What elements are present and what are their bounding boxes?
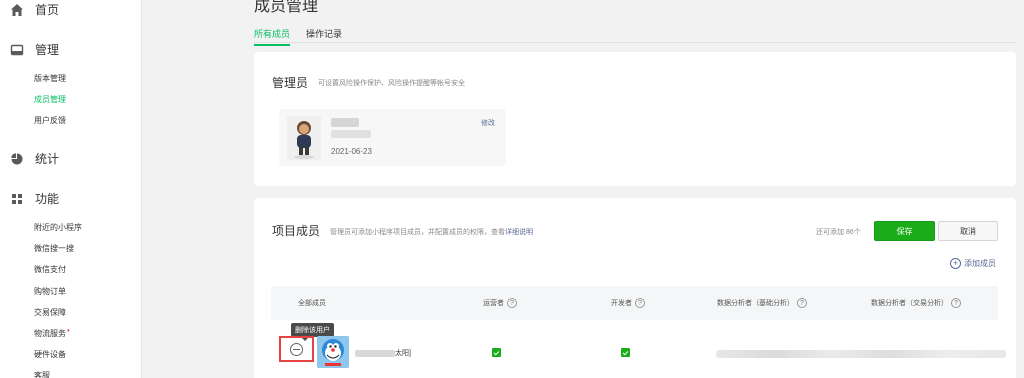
- col-operator: 运营者?: [483, 298, 517, 308]
- minus-circle-icon: [290, 342, 303, 356]
- admin-edit-link[interactable]: 修改: [481, 118, 495, 128]
- add-member-label: 添加成员: [964, 259, 996, 268]
- help-icon[interactable]: ?: [507, 298, 517, 308]
- admin-title: 管理员: [272, 76, 309, 90]
- admin-card: 管理员 可设置风险操作保护、风险操作提醒等帐号安全 2021-06-23 修改: [254, 52, 1016, 186]
- members-desc-text: 管理员可添加小程序项目成员，并配置成员的权限，查看: [330, 229, 505, 236]
- col-all-members: 全部成员: [298, 298, 326, 308]
- plus-circle-icon: +: [950, 258, 961, 269]
- page-title: 成员管理: [254, 0, 319, 15]
- members-desc: 管理员可添加小程序项目成员，并配置成员的权限，查看详细说明: [330, 227, 533, 237]
- col-analyst-trade-label: 数据分析者（交易分析）: [871, 300, 948, 307]
- col-developer-label: 开发者: [611, 300, 632, 307]
- blurred-content: [716, 350, 1006, 358]
- sidebar-item-pay[interactable]: 微信支付: [34, 264, 66, 275]
- sidebar-group-stats[interactable]: 统计: [10, 150, 59, 167]
- tab-operation-log[interactable]: 操作记录: [306, 27, 342, 44]
- sidebar-item-members[interactable]: 成员管理: [34, 94, 66, 105]
- delete-user-tooltip: 删除该用户: [291, 323, 334, 341]
- sidebar-item-feedback[interactable]: 用户反馈: [34, 115, 66, 126]
- col-analyst-basic-label: 数据分析者（基础分析）: [717, 300, 794, 307]
- table-row: 删除该用户 太阳]: [271, 320, 1006, 378]
- remove-member-button[interactable]: [279, 336, 314, 362]
- members-title: 项目成员: [272, 224, 321, 238]
- developer-checkbox[interactable]: [621, 348, 630, 357]
- help-icon[interactable]: ?: [951, 298, 961, 308]
- member-avatar: [317, 336, 349, 368]
- table-header: 全部成员 运营者? 开发者? 数据分析者（基础分析）? 数据分析者（交易分析）?: [271, 286, 998, 320]
- home-icon: [10, 3, 24, 17]
- help-icon[interactable]: ?: [635, 298, 645, 308]
- save-button[interactable]: 保存: [874, 221, 935, 241]
- admin-id-blurred: [331, 130, 371, 138]
- stats-icon: [10, 152, 24, 166]
- sidebar-item-nearby[interactable]: 附近的小程序: [34, 222, 82, 233]
- cancel-button[interactable]: 取消: [938, 221, 998, 241]
- sidebar-item-logistics[interactable]: 物流服务•: [34, 326, 70, 339]
- col-all-members-label: 全部成员: [298, 300, 326, 307]
- sidebar-item-hardware[interactable]: 硬件设备: [34, 349, 66, 360]
- tab-bar: 所有成员 操作记录: [254, 27, 1016, 46]
- add-member-button[interactable]: + 添加成员: [950, 258, 996, 269]
- sidebar-group-features[interactable]: 功能: [10, 190, 59, 207]
- col-analyst-trade: 数据分析者（交易分析）?: [871, 298, 961, 308]
- member-name-text: 太阳]: [395, 350, 411, 357]
- sidebar-item-version[interactable]: 版本管理: [34, 73, 66, 84]
- member-name-blurred: [355, 349, 395, 357]
- col-developer: 开发者?: [611, 298, 645, 308]
- red-dot-badge: •: [67, 326, 70, 335]
- admin-desc: 可设置风险操作保护、风险操作提醒等帐号安全: [318, 80, 465, 87]
- sidebar-item-service[interactable]: 客服: [34, 370, 50, 378]
- operator-checkbox[interactable]: [492, 348, 501, 357]
- admin-info-box: 2021-06-23 修改: [279, 109, 506, 166]
- tab-all-members[interactable]: 所有成员: [254, 27, 291, 46]
- quota-text: 还可添加 86个: [816, 229, 861, 236]
- sidebar-item-logistics-label: 物流服务: [34, 329, 66, 338]
- sidebar-item-search[interactable]: 微信搜一搜: [34, 243, 74, 254]
- members-card: 项目成员 管理员可添加小程序项目成员，并配置成员的权限，查看详细说明 还可添加 …: [254, 198, 1016, 378]
- admin-name-blurred: [331, 118, 359, 127]
- admin-date: 2021-06-23: [331, 147, 372, 156]
- features-icon: [10, 192, 24, 206]
- help-icon[interactable]: ?: [797, 298, 807, 308]
- col-analyst-basic: 数据分析者（基础分析）?: [717, 298, 807, 308]
- manage-icon: [10, 43, 24, 57]
- sidebar-item-guarantee[interactable]: 交易保障: [34, 307, 66, 318]
- sidebar-item-orders[interactable]: 购物订单: [34, 286, 66, 297]
- sidebar: 首页 管理 版本管理 成员管理 用户反馈 统计 功能 附近的小程序 微信搜一搜 …: [0, 0, 142, 378]
- sidebar-item-home[interactable]: 首页: [10, 1, 59, 18]
- sidebar-group-manage[interactable]: 管理: [10, 41, 59, 58]
- col-operator-label: 运营者: [483, 300, 504, 307]
- admin-avatar: [287, 116, 321, 160]
- member-name: 太阳]: [355, 348, 411, 358]
- details-link[interactable]: 详细说明: [505, 229, 533, 236]
